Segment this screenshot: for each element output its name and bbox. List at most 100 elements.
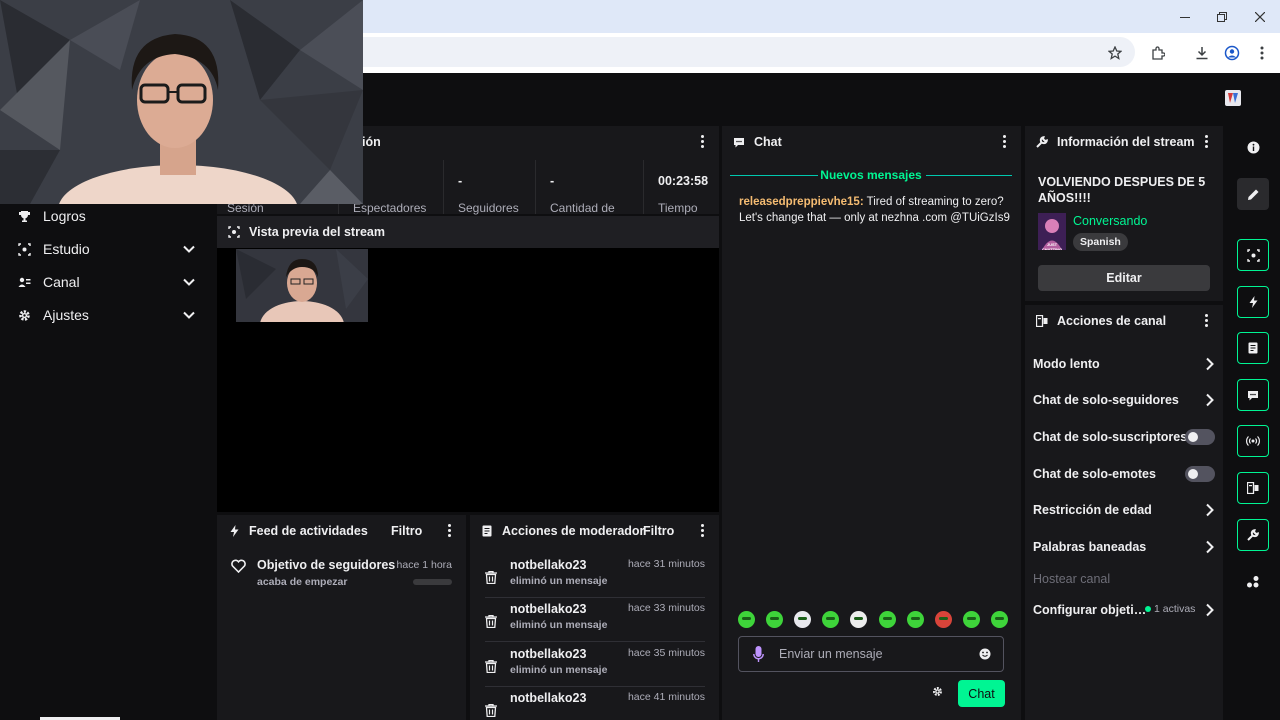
goals-active-count: 1 activas	[1154, 603, 1196, 615]
mod-action-row[interactable]: notbellako23 eliminó un mensaje hace 31 …	[470, 555, 719, 599]
subscribers-only-toggle[interactable]	[1185, 429, 1215, 445]
category-link[interactable]: Conversando	[1073, 214, 1147, 228]
sidebar-item-canal[interactable]: Canal	[0, 267, 214, 297]
chat-send-button[interactable]: Chat	[958, 680, 1005, 707]
category-thumbnail[interactable]: JUST CHATTING	[1038, 213, 1066, 250]
channel-actions-title: Acciones de canal	[1057, 314, 1167, 328]
notes-icon	[480, 525, 494, 537]
preview-icon[interactable]	[1237, 239, 1269, 271]
activity-feed-header: Feed de actividades Filtro	[217, 515, 466, 547]
emote-icon[interactable]	[934, 611, 952, 628]
sidebar-item-ajustes[interactable]: Ajustes	[0, 300, 214, 330]
apps-icon[interactable]	[1237, 566, 1269, 598]
chat-bubble-icon[interactable]	[1237, 379, 1269, 411]
extension-logo-icon[interactable]	[1224, 89, 1242, 107]
filter-button[interactable]: Filtro	[391, 524, 422, 538]
kebab-menu-icon[interactable]	[701, 524, 705, 538]
activity-item[interactable]: Objetivo de seguidores acaba de empezar …	[217, 555, 466, 595]
chevron-down-icon	[183, 278, 195, 286]
sidebar-item-label: Estudio	[43, 241, 90, 257]
kebab-menu-icon[interactable]	[448, 524, 452, 538]
notes-icon[interactable]	[1237, 332, 1269, 364]
emote-icon[interactable]	[794, 611, 812, 628]
stream-preview-video[interactable]	[236, 249, 368, 322]
mod-action-row[interactable]: notbellako23 hace 41 minutos	[470, 688, 719, 720]
followers-only-row[interactable]: Chat de solo-seguidores	[1033, 388, 1215, 412]
pencil-icon[interactable]	[1237, 178, 1269, 210]
star-icon[interactable]	[1103, 41, 1127, 65]
kebab-menu-icon[interactable]	[1205, 135, 1209, 149]
emote-icon[interactable]	[738, 611, 755, 628]
slow-mode-row[interactable]: Modo lento	[1033, 352, 1215, 376]
mod-action-row[interactable]: notbellako23 eliminó un mensaje hace 35 …	[470, 644, 719, 688]
wrench-icon[interactable]	[1237, 519, 1269, 551]
microphone-icon[interactable]	[753, 646, 764, 663]
sidebar-item-estudio[interactable]: Estudio	[0, 234, 214, 264]
kebab-menu-icon[interactable]	[701, 135, 705, 149]
chat-username[interactable]: releasedpreppievhe15:	[739, 196, 864, 208]
extensions-icon[interactable]	[1146, 41, 1170, 65]
emote-icon[interactable]	[906, 611, 924, 628]
emote-icon[interactable]	[878, 611, 896, 628]
mod-name: notbellako23	[510, 558, 587, 572]
mod-time: hace 33 minutos	[627, 602, 705, 614]
kebab-menu-icon[interactable]	[1003, 135, 1007, 149]
stream-info-header: Información del stream	[1025, 126, 1223, 158]
new-messages-label: Nuevos mensajes	[820, 168, 922, 182]
emote-icon[interactable]	[766, 611, 784, 628]
chat-message-input[interactable]	[779, 645, 969, 663]
chat-bubble-icon	[732, 137, 746, 148]
activity-feed-panel: Feed de actividades Filtro Objetivo de s…	[217, 515, 466, 720]
minimize-icon[interactable]	[1167, 5, 1203, 29]
address-bar[interactable]	[300, 37, 1135, 67]
stat-value: 00:23:58	[658, 174, 709, 188]
broadcast-icon[interactable]	[1237, 425, 1269, 457]
emote-bar	[738, 611, 1008, 631]
mod-action-row[interactable]: notbellako23 eliminó un mensaje hace 33 …	[470, 599, 719, 643]
emoji-icon[interactable]	[979, 648, 991, 660]
download-icon[interactable]	[1190, 41, 1214, 65]
mod-time: hace 41 minutos	[627, 691, 705, 703]
close-icon[interactable]	[1242, 5, 1278, 29]
profile-icon[interactable]	[1220, 41, 1244, 65]
emote-icon[interactable]	[850, 611, 868, 628]
chat-message: releasedpreppievhe15: Tired of streaming…	[739, 194, 1011, 226]
chat-panel: Chat Nuevos mensajes releasedpreppievhe1…	[722, 126, 1021, 720]
emote-icon[interactable]	[990, 611, 1008, 628]
emotes-only-toggle[interactable]	[1185, 466, 1215, 482]
webcam-overlay	[0, 0, 363, 204]
chat-input-box	[738, 636, 1004, 672]
action-label: Palabras baneadas	[1033, 540, 1147, 554]
info-icon[interactable]	[1237, 131, 1269, 163]
menu-icon[interactable]	[1250, 41, 1274, 65]
chat-settings-gear-icon[interactable]	[932, 686, 943, 697]
sidebar-item-logros[interactable]: Logros	[0, 201, 214, 231]
kebab-menu-icon[interactable]	[1205, 314, 1209, 328]
trash-icon	[485, 704, 497, 717]
moderator-actions-panel: Acciones de moderador Filtro notbellako2…	[470, 515, 719, 720]
chevron-down-icon	[183, 245, 195, 253]
stat-label: Cantidad de	[550, 201, 615, 215]
trash-icon	[485, 571, 497, 584]
stream-info-title: Información del stream	[1057, 135, 1195, 149]
channel-actions-panel: Acciones de canal Modo lento Chat de sol…	[1025, 305, 1223, 720]
edit-stream-button[interactable]: Editar	[1038, 265, 1210, 291]
emote-icon[interactable]	[822, 611, 840, 628]
moderator-actions-title: Acciones de moderador	[502, 524, 645, 538]
age-restriction-row[interactable]: Restricción de edad	[1033, 498, 1215, 522]
quick-actions-rail	[1226, 126, 1280, 720]
studio-icon	[16, 241, 32, 257]
language-tag[interactable]: Spanish	[1073, 233, 1128, 251]
mod-action: eliminó un mensaje	[510, 575, 608, 587]
emote-icon[interactable]	[962, 611, 980, 628]
channel-actions-icon[interactable]	[1237, 472, 1269, 504]
lightning-icon[interactable]	[1237, 286, 1269, 318]
activity-time: hace 1 hora	[396, 559, 452, 571]
filter-button[interactable]: Filtro	[643, 524, 674, 538]
restore-icon[interactable]	[1204, 5, 1240, 29]
mod-name: notbellako23	[510, 647, 587, 661]
banned-words-row[interactable]: Palabras baneadas	[1033, 535, 1215, 559]
channel-icon	[16, 274, 32, 290]
new-messages-divider[interactable]: Nuevos mensajes	[730, 168, 1012, 182]
configure-goals-row[interactable]: Configurar objeti… 1 activas	[1033, 598, 1215, 622]
